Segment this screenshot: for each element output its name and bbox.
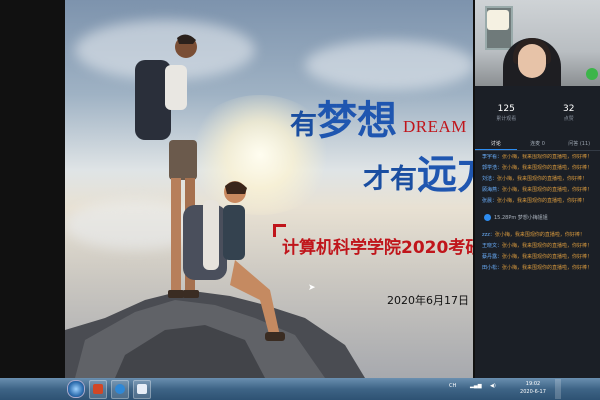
show-desktop-button[interactable] (555, 379, 561, 399)
list-item: 李宇看：张小梅，我来围观你的直播啦，你好棒！ (475, 154, 600, 161)
taskbar-app-media[interactable] (133, 380, 151, 399)
chat-username: 李宇看： (482, 154, 503, 160)
chat-text: 张小梅，我来围观你的直播啦，你好棒！ (502, 154, 593, 160)
chat-text: 张小梅，我来围观你的直播啦，你好棒！ (502, 243, 593, 249)
notice-icon (484, 214, 491, 221)
system-notice-text: 15.28Pm 梦想小梅姐姐 (494, 215, 548, 221)
list-item: 郭学浩：张小梅，我来围观你的直播啦，你好棒！ (475, 165, 600, 172)
chat-username: 郭学浩： (482, 165, 503, 171)
list-item: 顾海燕：张小梅，我来围观你的直播啦，你好棒！ (475, 187, 600, 194)
chat-username: 田小松： (482, 265, 503, 271)
stat-value: 32 (563, 104, 575, 114)
taskbar-app-powerpoint[interactable] (89, 380, 107, 399)
chat-username: zzz： (482, 232, 495, 238)
taskbar-clock[interactable]: 19:02 2020-6-17 (517, 380, 549, 396)
list-item: 刘洁：张小梅，我来围观你的直播啦，你好棒！ (475, 176, 600, 183)
stat-likes: 32 点赞 (538, 104, 600, 132)
tab-co-host[interactable]: 连麦 0 (517, 138, 559, 150)
headline-prefix: 有 (290, 110, 317, 141)
chat-text: 张小梅，我来围观你的直播啦，你好棒！ (497, 198, 588, 204)
media-player-icon (137, 384, 147, 394)
panel-tabs: 讨论 连麦 0 问答 (11) (475, 138, 600, 151)
stat-label: 点赞 (563, 116, 574, 122)
chat-username: 刘洁： (482, 176, 498, 182)
stat-value: 125 (497, 104, 515, 114)
presenter-face (518, 44, 546, 78)
volume-icon[interactable]: ◀) (490, 383, 496, 389)
ceiling-light (487, 10, 509, 30)
live-indicator-icon (586, 68, 598, 80)
stream-stats: 125 累计观看 32 点赞 (475, 104, 600, 132)
chat-text: 张小梅，我来围观你的直播啦，你好棒！ (494, 232, 585, 238)
stat-label: 累计观看 (496, 116, 517, 122)
list-item: 田小松：张小梅，我来围观你的直播啦，你好棒！ (475, 265, 600, 272)
chat-username: 蔡丹露： (482, 254, 503, 260)
chat-text: 张小梅，我来围观你的直播啦，你好棒！ (502, 187, 593, 193)
chat-username: 王晓文： (482, 243, 503, 249)
chat-list[interactable]: 李宇看：张小梅，我来围观你的直播啦，你好棒！ 郭学浩：张小梅，我来围观你的直播啦… (475, 154, 600, 378)
chat-text: 张小梅，我来围观你的直播啦，你好棒！ (497, 176, 588, 182)
tab-discussion[interactable]: 讨论 (475, 138, 517, 150)
event-date: 2020年6月17日 (387, 294, 469, 307)
webcam-feed (475, 0, 600, 86)
start-button[interactable] (67, 380, 85, 398)
network-icon[interactable]: ▂▄▆ (470, 383, 482, 389)
chat-username: 张晨： (482, 198, 498, 204)
chat-text: 张小梅，我来围观你的直播啦，你好棒！ (502, 165, 593, 171)
stat-views: 125 累计观看 (475, 104, 538, 132)
browser-icon (115, 384, 125, 394)
taskbar-app-browser[interactable] (111, 380, 129, 399)
tab-questions[interactable]: 问答 (11) (558, 138, 600, 150)
clock-time: 19:02 (525, 381, 541, 387)
system-notice: 15.28Pm 梦想小梅姐姐 (481, 211, 594, 224)
list-item: 蔡丹露：张小梅，我来围观你的直播啦，你好棒！ (475, 254, 600, 261)
headline-distance: 才有远方 (363, 142, 473, 200)
presentation-slide: 有梦想 DREAM 才有远方 计算机科学学院2020考研经验分享 2020年6月… (65, 0, 473, 378)
tray-language[interactable]: CH (449, 383, 456, 389)
chat-text: 张小梅，我来围观你的直播啦，你好棒！ (502, 265, 593, 271)
headline-big-word: 梦想 (317, 98, 397, 144)
clock-date: 2020-6-17 (520, 389, 546, 395)
chat-username: 顾海燕： (482, 187, 503, 193)
second-line-prefix: 才有 (363, 164, 417, 195)
mouse-cursor-icon: ➤ (308, 283, 316, 293)
event-title: 计算机科学学院2020考研经验分享 (282, 238, 473, 258)
dream-word: DREAM (403, 117, 467, 136)
second-line-big-word: 远方 (417, 152, 473, 198)
list-item: 王晓文：张小梅，我来围观你的直播啦，你好棒！ (475, 243, 600, 250)
list-item: 张晨：张小梅，我来围观你的直播啦，你好棒！ (475, 198, 600, 205)
live-stream-panel: 125 累计观看 32 点赞 讨论 连麦 0 问答 (11) 李宇看：张小梅，我… (475, 0, 600, 378)
chat-text: 张小梅，我来围观你的直播啦，你好棒！ (502, 254, 593, 260)
headline-dream: 有梦想 (290, 88, 397, 146)
powerpoint-icon (93, 384, 103, 394)
list-item: zzz：张小梅，我来围观你的直播啦，你好棒！ (475, 232, 600, 239)
